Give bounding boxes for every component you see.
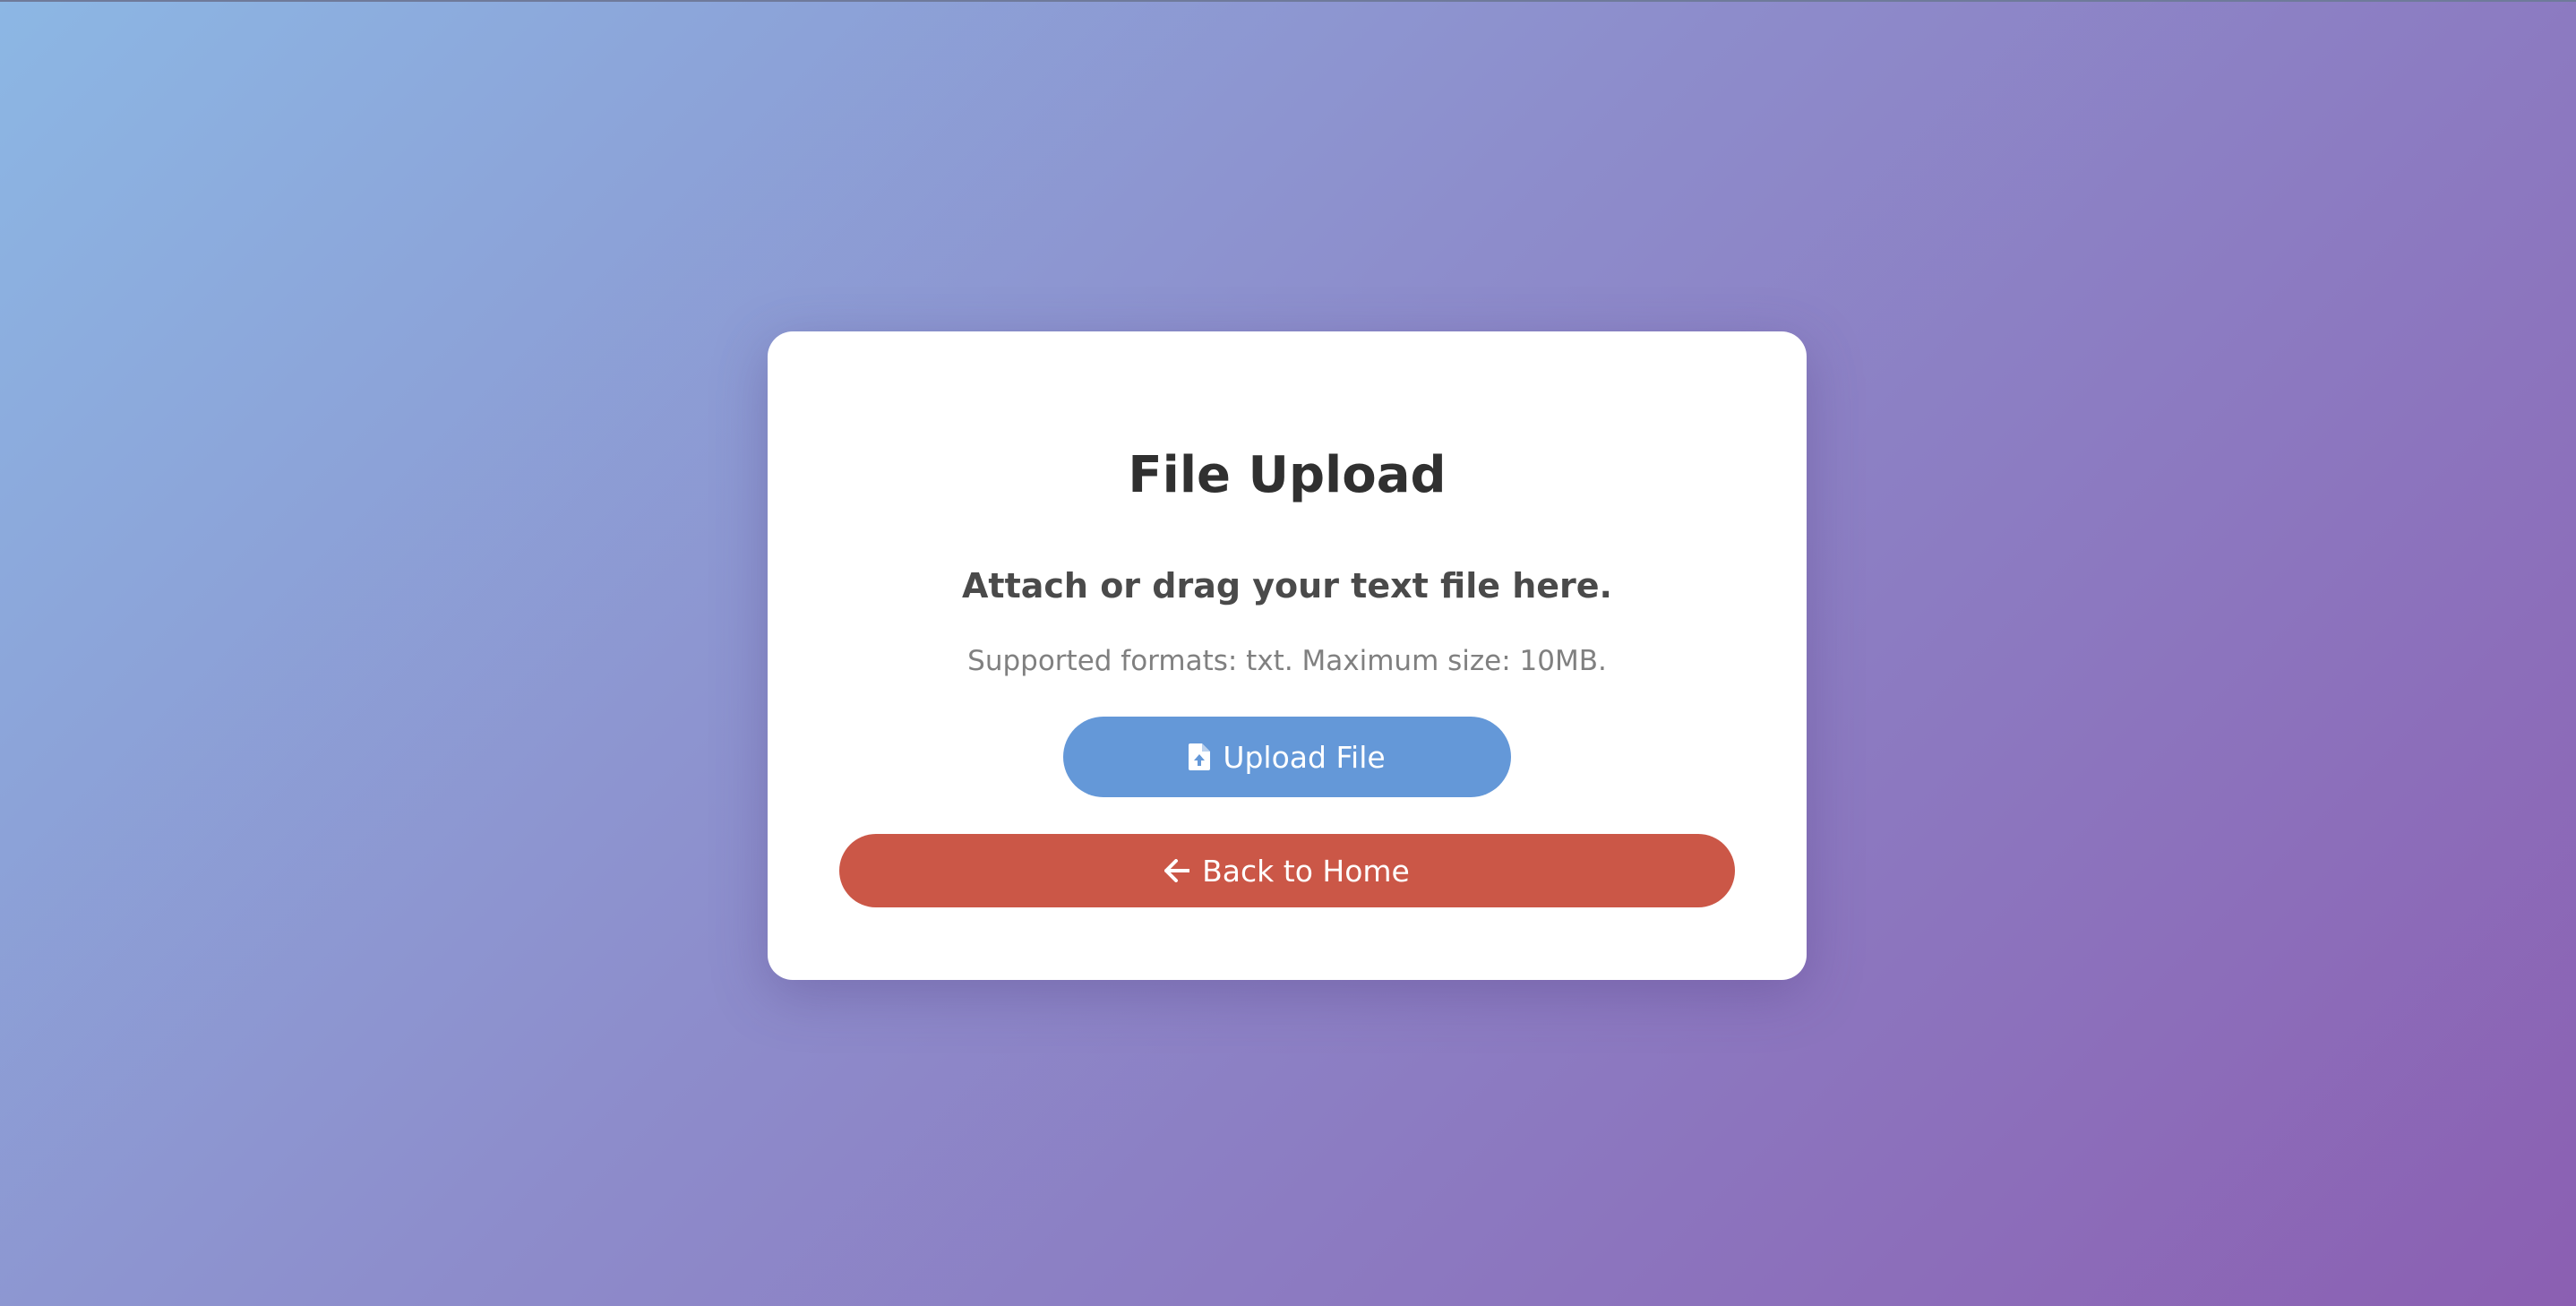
upload-instruction: Attach or drag your text file here. [962,566,1612,606]
upload-file-label: Upload File [1223,739,1386,775]
back-to-home-label: Back to Home [1202,853,1410,889]
back-to-home-button[interactable]: Back to Home [839,834,1735,907]
upload-card: File Upload Attach or drag your text fil… [768,331,1807,980]
upload-file-button[interactable]: Upload File [1063,717,1511,797]
top-border [0,0,2576,2]
supported-formats-hint: Supported formats: txt. Maximum size: 10… [967,645,1607,677]
arrow-left-icon [1164,859,1190,882]
page-title: File Upload [1128,446,1447,504]
file-upload-icon [1189,743,1211,770]
